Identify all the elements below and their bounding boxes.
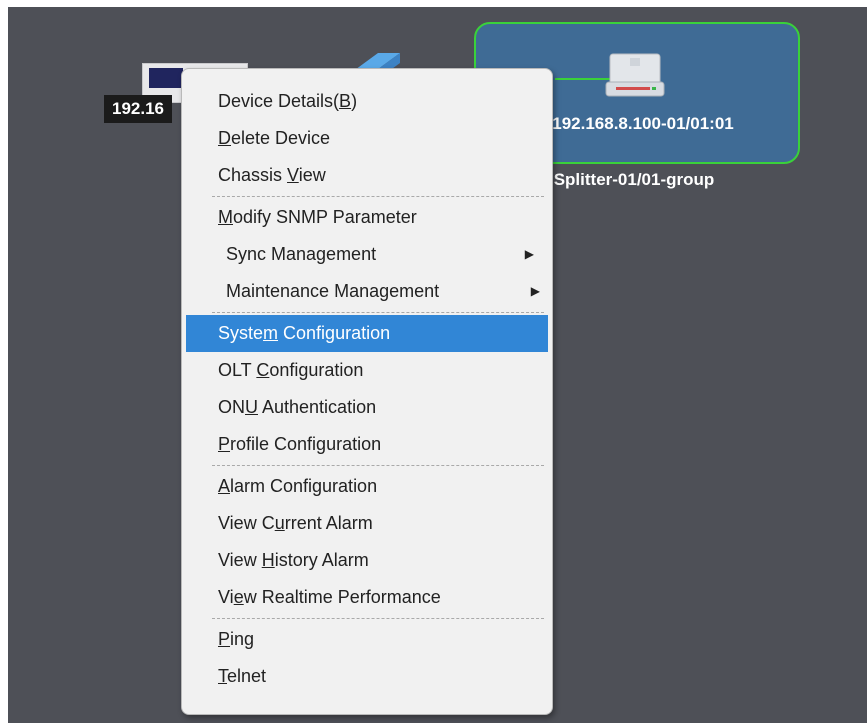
menu-separator — [212, 196, 544, 197]
menu-separator — [212, 618, 544, 619]
menu-item-ping[interactable]: Ping — [182, 621, 552, 658]
topology-canvas[interactable]: 192.16 01 192.168.8.100-01/01:01 Splitte… — [8, 7, 867, 723]
menu-separator — [212, 312, 544, 313]
menu-separator — [212, 465, 544, 466]
menu-item-maintenance-management[interactable]: Maintenance Management ▶ — [182, 273, 552, 310]
menu-item-view-realtime-performance[interactable]: View Realtime Performance — [182, 579, 552, 616]
device-screen — [149, 68, 183, 88]
device-label-left[interactable]: 192.16 — [104, 95, 172, 123]
menu-item-telnet[interactable]: Telnet — [182, 658, 552, 695]
menu-item-alarm-configuration[interactable]: Alarm Configuration — [182, 468, 552, 505]
menu-item-chassis-view[interactable]: Chassis View — [182, 157, 552, 194]
menu-item-profile-configuration[interactable]: Profile Configuration — [182, 426, 552, 463]
menu-item-sync-management[interactable]: Sync Management ▶ — [182, 236, 552, 273]
submenu-arrow-icon: ▶ — [524, 247, 534, 261]
context-menu: Device Details(B) Delete Device Chassis … — [181, 68, 553, 715]
menu-item-device-details[interactable]: Device Details(B) — [182, 83, 552, 120]
submenu-arrow-icon: ▶ — [530, 284, 540, 298]
menu-item-system-configuration[interactable]: System Configuration — [186, 315, 548, 352]
menu-item-view-history-alarm[interactable]: View History Alarm — [182, 542, 552, 579]
menu-item-modify-snmp[interactable]: Modify SNMP Parameter — [182, 199, 552, 236]
menu-item-onu-authentication[interactable]: ONU Authentication — [182, 389, 552, 426]
menu-item-delete-device[interactable]: Delete Device — [182, 120, 552, 157]
menu-item-olt-configuration[interactable]: OLT Configuration — [182, 352, 552, 389]
menu-item-view-current-alarm[interactable]: View Current Alarm — [182, 505, 552, 542]
splitter-device-icon[interactable] — [602, 52, 668, 100]
